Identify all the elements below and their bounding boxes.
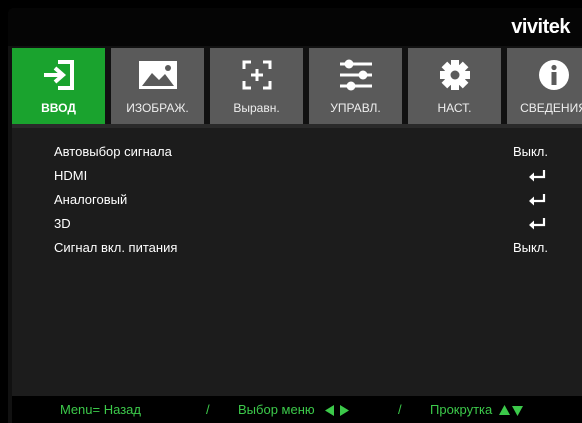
tab-settings[interactable]: НАСТ. <box>408 48 501 124</box>
menu-panel: Автовыбор сигнала Выкл. HDMI Аналоговый … <box>12 124 582 398</box>
osd-window: vivitek ВВОД ИЗОБРАЖ. Выравн. УПРАВЛ. НА… <box>8 8 582 423</box>
footer-hints: Menu= Назад / Выбор меню / Прокрутка <box>12 396 582 423</box>
tab-label: УПРАВЛ. <box>330 101 381 115</box>
menu-item-label: 3D <box>54 216 71 231</box>
menu-item-auto-source[interactable]: Автовыбор сигнала Выкл. <box>12 141 582 163</box>
menu-item-label: Аналоговый <box>54 192 128 207</box>
enter-icon <box>528 217 546 235</box>
tab-control[interactable]: УПРАВЛ. <box>309 48 402 124</box>
tab-label: ИЗОБРАЖ. <box>126 101 189 115</box>
up-down-arrows-icon <box>496 402 523 417</box>
menu-item-3d[interactable]: 3D <box>12 213 582 235</box>
info-icon <box>507 58 582 92</box>
footer-separator: / <box>206 402 210 417</box>
menu-item-analog[interactable]: Аналоговый <box>12 189 582 211</box>
menu-item-value: Выкл. <box>512 240 548 255</box>
brand-bar: vivitek <box>8 8 582 46</box>
alignment-icon <box>210 58 303 92</box>
brand-logo: vivitek <box>511 16 570 38</box>
tab-input[interactable]: ВВОД <box>12 48 105 124</box>
menu-item-label: Сигнал вкл. питания <box>54 240 178 255</box>
input-icon <box>12 58 105 92</box>
image-icon <box>111 58 204 92</box>
menu-item-label: HDMI <box>54 168 88 183</box>
footer-scroll-label: Прокрутка <box>430 402 493 417</box>
tab-image[interactable]: ИЗОБРАЖ. <box>111 48 204 124</box>
tab-label: ВВОД <box>41 101 76 115</box>
tab-label: НАСТ. <box>437 101 472 115</box>
footer-select-hint: Выбор меню <box>238 402 350 417</box>
menu-item-power-on-signal[interactable]: Сигнал вкл. питания Выкл. <box>12 237 582 259</box>
footer-back-hint: Menu= Назад <box>60 402 141 417</box>
enter-icon <box>528 193 546 211</box>
menu-item-label: Автовыбор сигнала <box>54 144 172 159</box>
menu-tabs: ВВОД ИЗОБРАЖ. Выравн. УПРАВЛ. НАСТ. СВЕД… <box>12 48 582 124</box>
left-right-arrows-icon <box>318 402 350 417</box>
tab-alignment[interactable]: Выравн. <box>210 48 303 124</box>
tab-label: СВЕДЕНИЯ <box>520 101 582 115</box>
footer-scroll-hint: Прокрутка <box>430 402 523 417</box>
sliders-icon <box>309 58 402 92</box>
menu-item-hdmi[interactable]: HDMI <box>12 165 582 187</box>
enter-icon <box>528 169 546 187</box>
gear-icon <box>408 58 501 92</box>
tab-label: Выравн. <box>233 101 280 115</box>
footer-select-label: Выбор меню <box>238 402 315 417</box>
menu-item-value: Выкл. <box>512 144 548 159</box>
tab-info[interactable]: СВЕДЕНИЯ <box>507 48 582 124</box>
footer-separator: / <box>398 402 402 417</box>
